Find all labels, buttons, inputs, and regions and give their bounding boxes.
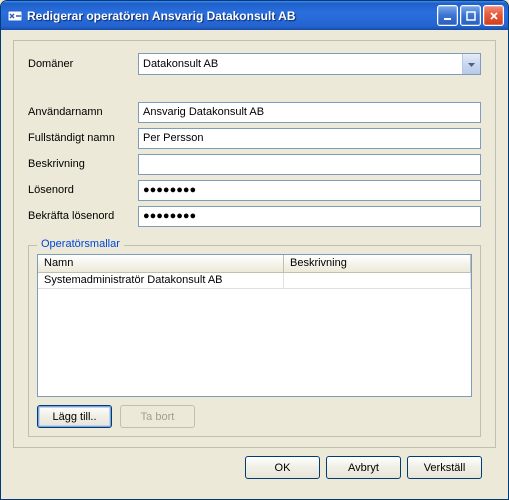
cancel-button[interactable]: Avbryt (326, 456, 401, 479)
description-label: Beskrivning (28, 158, 138, 170)
domains-value: Datakonsult AB (143, 58, 462, 70)
password-label: Lösenord (28, 184, 138, 196)
description-input[interactable] (138, 154, 481, 175)
apply-button[interactable]: Verkställ (407, 456, 482, 479)
dialog-footer: OK Avbryt Verkställ (13, 448, 496, 489)
confirm-password-label: Bekräfta lösenord (28, 210, 138, 222)
close-button[interactable] (483, 5, 504, 26)
table-row[interactable]: Systemadministratör Datakonsult AB (38, 273, 471, 289)
domains-combobox[interactable]: Datakonsult AB (138, 53, 481, 75)
minimize-button[interactable] (437, 5, 458, 26)
window-controls (437, 5, 504, 26)
app-icon (7, 8, 23, 24)
column-description[interactable]: Beskrivning (284, 255, 471, 272)
templates-table[interactable]: Namn Beskrivning Systemadministratör Dat… (37, 254, 472, 397)
titlebar[interactable]: Redigerar operatören Ansvarig Datakonsul… (1, 1, 508, 30)
template-buttons: Lägg till.. Ta bort (37, 405, 472, 428)
row-name: Systemadministratör Datakonsult AB (38, 273, 284, 288)
ok-button[interactable]: OK (245, 456, 320, 479)
dialog-window: Redigerar operatören Ansvarig Datakonsul… (0, 0, 509, 500)
add-button[interactable]: Lägg till.. (37, 405, 112, 428)
table-header: Namn Beskrivning (38, 255, 471, 273)
confirm-password-input[interactable] (138, 206, 481, 227)
table-body: Systemadministratör Datakonsult AB (38, 273, 471, 396)
main-panel: Domäner Datakonsult AB Användarnamn (13, 40, 496, 448)
content-area: Domäner Datakonsult AB Användarnamn (1, 30, 508, 499)
password-input[interactable] (138, 180, 481, 201)
fullname-label: Fullständigt namn (28, 132, 138, 144)
chevron-down-icon[interactable] (462, 54, 480, 74)
username-label: Användarnamn (28, 106, 138, 118)
window-title: Redigerar operatören Ansvarig Datakonsul… (27, 9, 437, 23)
maximize-button[interactable] (460, 5, 481, 26)
fullname-input[interactable] (138, 128, 481, 149)
templates-group: Operatörsmallar Namn Beskrivning Systema… (28, 245, 481, 437)
templates-group-title: Operatörsmallar (37, 238, 124, 250)
column-name[interactable]: Namn (38, 255, 284, 272)
domains-label: Domäner (28, 58, 138, 70)
row-spacer (28, 79, 481, 97)
row-description (284, 273, 471, 288)
username-input[interactable] (138, 102, 481, 123)
remove-button: Ta bort (120, 405, 195, 428)
